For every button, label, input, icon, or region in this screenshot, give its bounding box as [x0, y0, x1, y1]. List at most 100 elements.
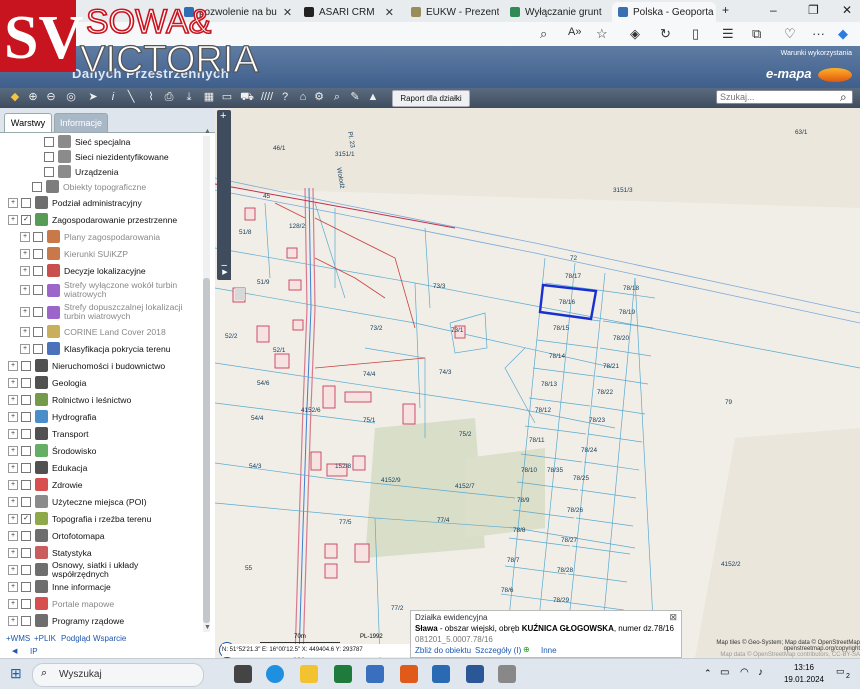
parcel-label[interactable]: 79: [725, 399, 733, 406]
layer-checkbox[interactable]: ✓: [21, 513, 31, 524]
layer-item[interactable]: + ✓ Topografia i rzeźba terenu: [8, 510, 151, 527]
favorite-star-icon[interactable]: ☆: [596, 26, 608, 42]
parcel-label[interactable]: 63/1: [795, 129, 808, 136]
layer-item[interactable]: + Osnowy, siatki i układy współrzędnych: [8, 560, 172, 578]
zoom-out-icon[interactable]: ⊖: [44, 90, 58, 104]
expand-icon[interactable]: ◀: [12, 647, 17, 655]
layer-checkbox[interactable]: [44, 151, 54, 162]
parcel-label[interactable]: 78/20: [613, 335, 629, 342]
expand-icon[interactable]: +: [8, 496, 18, 507]
zoom-extent-icon[interactable]: ◎: [64, 90, 78, 104]
wifi-icon[interactable]: ◠: [740, 667, 749, 678]
parcel-label[interactable]: 52/2: [225, 333, 238, 340]
search-input[interactable]: Szukaj...: [716, 90, 853, 104]
parcel-label[interactable]: 52/1: [273, 347, 286, 354]
parcel-label[interactable]: 3151/3: [613, 187, 633, 194]
parcel-label[interactable]: 75/1: [363, 417, 376, 424]
layer-checkbox[interactable]: [21, 411, 31, 422]
details-link[interactable]: Szczegóły (I): [475, 646, 521, 655]
layer-checkbox[interactable]: [21, 496, 31, 507]
parcel-label[interactable]: 78/22: [597, 389, 613, 396]
export-icon[interactable]: ⤓: [182, 90, 196, 104]
zoom-to-object-link[interactable]: Zbliż do obiektu: [415, 646, 471, 655]
expand-icon[interactable]: +: [20, 307, 30, 317]
expand-icon[interactable]: +: [20, 285, 30, 295]
parcel-label[interactable]: 4152/9: [381, 477, 401, 484]
expand-icon[interactable]: +: [8, 360, 18, 371]
layer-checkbox[interactable]: [21, 564, 31, 575]
extension-icon[interactable]: ◈: [630, 26, 640, 42]
parcel-label[interactable]: 3151/1: [335, 151, 355, 158]
expand-icon[interactable]: +: [8, 513, 18, 524]
parcel-label[interactable]: 78/16: [559, 299, 575, 306]
layer-checkbox[interactable]: [21, 394, 31, 405]
parcel-label[interactable]: 74/4: [363, 371, 376, 378]
layer-item[interactable]: + CORINE Land Cover 2018: [20, 323, 166, 340]
layer-checkbox[interactable]: [21, 598, 31, 609]
zoom-slider[interactable]: + −: [217, 110, 231, 280]
expand-icon[interactable]: +: [8, 615, 18, 626]
clock-date[interactable]: 19.01.2024: [778, 675, 830, 684]
tab-close-icon[interactable]: ✕: [714, 6, 716, 19]
expand-icon[interactable]: +: [20, 343, 30, 354]
edge-icon[interactable]: [266, 665, 284, 683]
parcel-label[interactable]: 78/25: [573, 475, 589, 482]
parcel-label[interactable]: 78/7: [507, 557, 520, 564]
map-zoom-in-icon[interactable]: +: [220, 110, 226, 122]
hatch-icon[interactable]: ////: [260, 90, 274, 104]
excel-icon[interactable]: [334, 665, 352, 683]
layer-checkbox[interactable]: [32, 181, 42, 192]
layer-item[interactable]: + Decyzje lokalizacyjne: [20, 262, 146, 279]
wms-link[interactable]: +WMS: [6, 634, 30, 643]
parcel-label[interactable]: 78/18: [623, 285, 639, 292]
panel-scroll-thumb[interactable]: [203, 278, 210, 623]
parcel-label[interactable]: 73/1: [451, 327, 464, 334]
collections-icon[interactable]: ⧉: [752, 26, 761, 42]
network-icon[interactable]: ▭: [720, 667, 729, 678]
word-icon[interactable]: [466, 665, 484, 683]
preview-link[interactable]: Podgląd: [61, 634, 90, 643]
expand-icon[interactable]: +: [8, 377, 18, 388]
clock-time[interactable]: 13:16: [784, 663, 824, 672]
expand-icon[interactable]: +: [8, 197, 18, 208]
parcel-label[interactable]: 51/9: [257, 279, 270, 286]
layer-item[interactable]: Sieci niezidentyfikowane: [44, 149, 169, 164]
expand-icon[interactable]: +: [20, 231, 30, 242]
layer-checkbox[interactable]: [33, 307, 43, 317]
photos-icon[interactable]: [400, 665, 418, 683]
layer-item[interactable]: + Transport: [8, 425, 88, 442]
layer-item[interactable]: + Kierunki SUiKZP: [20, 245, 128, 262]
layer-item[interactable]: + Nieruchomości i budownictwo: [8, 357, 165, 374]
layer-item[interactable]: Sieć specjalna: [44, 134, 130, 149]
parcel-label[interactable]: 46/1: [273, 145, 286, 152]
layer-checkbox[interactable]: [21, 547, 31, 558]
search-map-icon[interactable]: ⌕: [330, 90, 344, 104]
expand-icon[interactable]: +: [8, 598, 18, 609]
parcel-label[interactable]: 4152/2: [721, 561, 741, 568]
expand-icon[interactable]: +: [20, 265, 30, 276]
parcel-label[interactable]: 75/2: [459, 431, 472, 438]
expand-icon[interactable]: +: [8, 428, 18, 439]
layer-item[interactable]: + Ortofotomapa: [8, 527, 105, 544]
support-link[interactable]: Wsparcie: [93, 634, 126, 643]
minimize-button[interactable]: –: [770, 3, 777, 17]
parcel-label[interactable]: 77/5: [339, 519, 352, 526]
layer-checkbox[interactable]: [21, 197, 31, 208]
parcel-label[interactable]: 78/21: [603, 363, 619, 370]
parcel-label[interactable]: 54/6: [257, 380, 270, 387]
parcel-label[interactable]: 78/8: [513, 527, 526, 534]
store-icon[interactable]: [366, 665, 384, 683]
layer-item[interactable]: + Użyteczne miejsca (POI): [8, 493, 147, 510]
tab-warstwy[interactable]: Warstwy: [4, 113, 52, 132]
layer-item[interactable]: + Edukacja: [8, 459, 87, 476]
expand-icon[interactable]: +: [8, 530, 18, 541]
edit-icon[interactable]: ✎: [348, 90, 362, 104]
file-link[interactable]: +PLIK: [34, 634, 56, 643]
layer-item[interactable]: + Strefy wyłączone wokół turbin wiatrowyc…: [20, 279, 184, 301]
parcel-label[interactable]: 77/2: [391, 605, 404, 612]
tab-close-icon[interactable]: ✕: [379, 6, 394, 19]
parcel-label[interactable]: 78/29: [553, 597, 569, 604]
layer-item[interactable]: Obiekty topograficzne: [32, 179, 146, 194]
tab-informacje[interactable]: Informacje: [54, 113, 108, 132]
parcel-label[interactable]: 54/3: [249, 463, 262, 470]
